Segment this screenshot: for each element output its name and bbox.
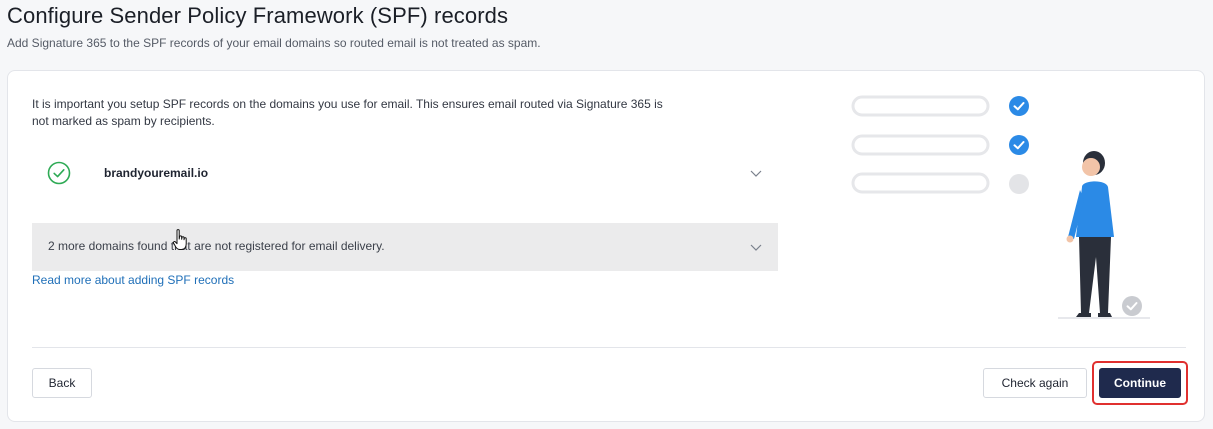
person-figure (1058, 151, 1150, 319)
page-title: Configure Sender Policy Framework (SPF) … (7, 3, 509, 28)
read-more-link[interactable]: Read more about adding SPF records (32, 273, 234, 287)
check-badge-icon (1009, 135, 1029, 155)
check-circle-icon (47, 161, 71, 185)
chevron-down-icon[interactable] (749, 166, 763, 180)
check-badge-icon (1009, 96, 1029, 116)
gray-check-icon (1122, 296, 1142, 316)
continue-button[interactable]: Continue (1099, 368, 1181, 398)
footer-divider (32, 347, 1186, 348)
back-button[interactable]: Back (32, 368, 92, 398)
page-subtitle: Add Signature 365 to the SPF records of … (7, 36, 541, 50)
intro-text: It is important you setup SPF records on… (32, 97, 663, 128)
more-domains-panel[interactable]: 2 more domains found that are not regist… (32, 223, 778, 271)
chevron-down-icon[interactable] (749, 240, 763, 254)
hand-cursor-icon (172, 229, 187, 250)
domain-name: brandyouremail.io (104, 166, 209, 180)
domain-row[interactable]: brandyouremail.io (32, 151, 778, 195)
pending-dot-icon (1009, 174, 1029, 194)
checklist-bars (851, 95, 990, 194)
spf-card: It is important you setup SPF records on… (7, 70, 1205, 422)
check-again-button[interactable]: Check again (983, 368, 1087, 398)
spf-illustration (851, 95, 1150, 319)
more-domains-text: 2 more domains found that are not regist… (48, 239, 385, 253)
